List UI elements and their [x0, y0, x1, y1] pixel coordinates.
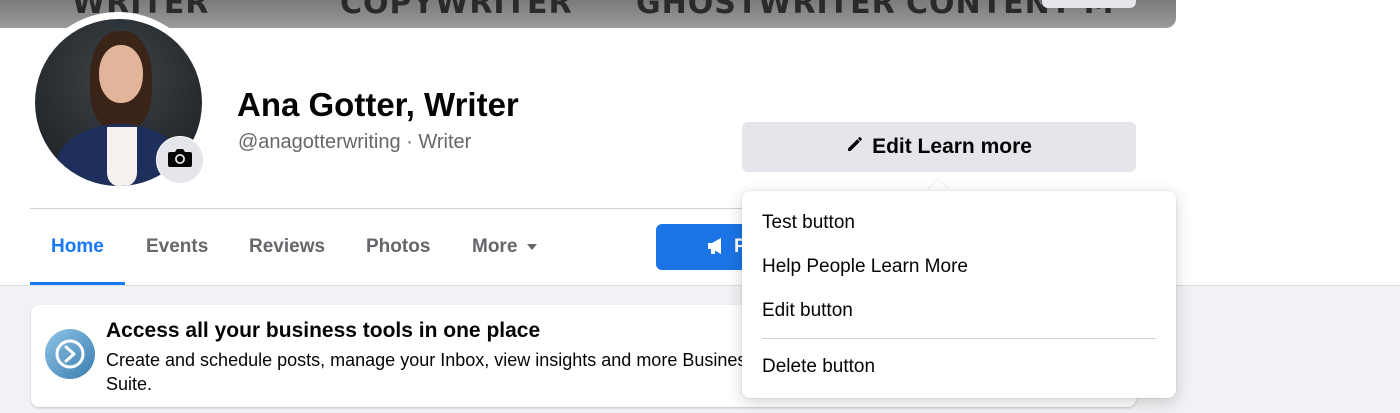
cover-text: GHOSTWRITER [636, 0, 896, 21]
cover-photo[interactable]: WRITER COPYWRITER GHOSTWRITER CONTENT M [0, 0, 1176, 28]
caret-down-icon [527, 244, 538, 250]
page-title: Ana Gotter, Writer [237, 86, 519, 123]
tab-reviews[interactable]: Reviews [249, 224, 325, 270]
menu-divider [762, 338, 1156, 339]
tab-photos[interactable]: Photos [366, 224, 430, 270]
tab-home[interactable]: Home [51, 224, 104, 270]
tab-events[interactable]: Events [146, 224, 208, 270]
tab-more[interactable]: More [472, 224, 538, 270]
learn-more-dropdown-menu: Test button Help People Learn More Edit … [742, 191, 1176, 398]
update-profile-photo-button[interactable] [156, 136, 204, 184]
edit-learn-more-button[interactable]: Edit Learn more [742, 122, 1136, 172]
menu-item-help-people-learn-more[interactable]: Help People Learn More [762, 256, 968, 278]
edit-learn-more-label: Edit Learn more [872, 135, 1032, 158]
menu-item-edit-button[interactable]: Edit button [762, 300, 853, 322]
cover-text: COPYWRITER [340, 0, 573, 21]
page-handle: @anagotterwriting · Writer [238, 131, 472, 153]
card-description: Create and schedule posts, manage your I… [106, 350, 756, 394]
business-suite-icon [45, 329, 95, 379]
camera-icon [167, 147, 193, 174]
pencil-icon [846, 135, 864, 159]
card-title: Access all your business tools in one pl… [106, 319, 541, 342]
tab-more-label: More [472, 236, 518, 257]
menu-item-test-button[interactable]: Test button [762, 212, 855, 234]
cover-edit-chip[interactable] [1042, 0, 1136, 8]
megaphone-icon [706, 236, 728, 262]
menu-item-delete-button[interactable]: Delete button [762, 356, 875, 378]
